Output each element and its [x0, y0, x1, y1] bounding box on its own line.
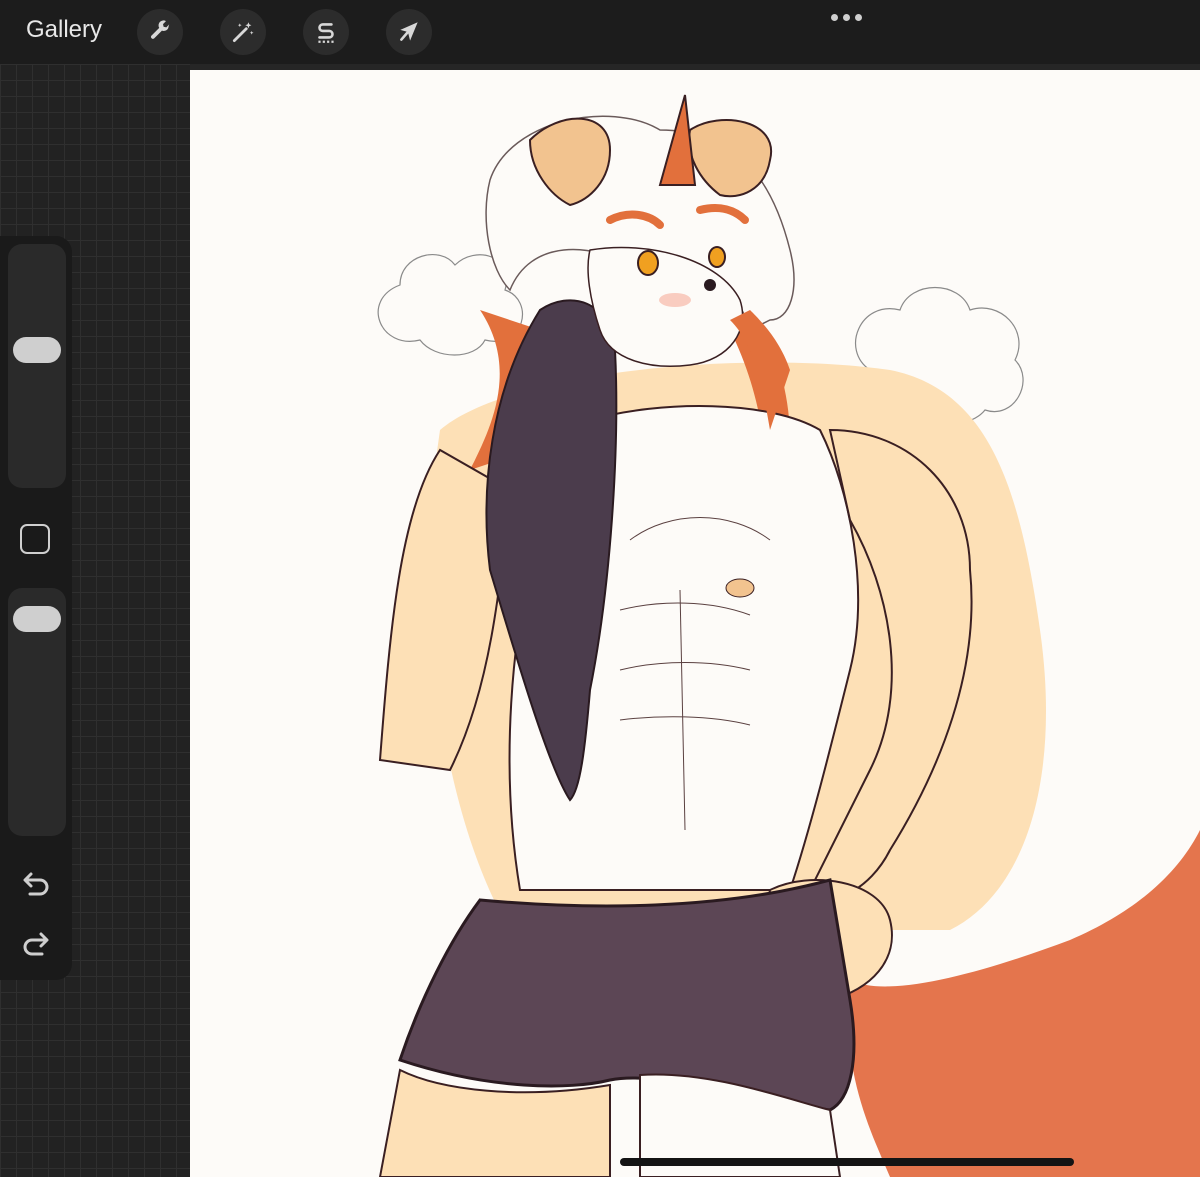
blush [659, 293, 691, 307]
more-options-button[interactable] [826, 10, 866, 24]
magic-wand-icon [232, 22, 254, 43]
nipple [725, 578, 755, 598]
eye-right [708, 246, 726, 268]
brush-size-thumb[interactable] [13, 336, 61, 363]
selection-button[interactable] [303, 9, 349, 55]
opacity-slider[interactable] [8, 588, 66, 836]
artwork [377, 94, 1200, 1177]
selection-s-icon [318, 23, 334, 43]
brush-size-slider[interactable] [8, 244, 66, 488]
top-toolbar: Gallery [0, 0, 1200, 64]
actions-button[interactable] [137, 9, 183, 55]
undo-icon[interactable] [20, 868, 52, 896]
opacity-thumb[interactable] [13, 606, 61, 633]
redo-icon[interactable] [20, 928, 52, 956]
modify-button[interactable] [20, 524, 50, 554]
adjustments-button[interactable] [220, 9, 266, 55]
nose [704, 279, 716, 291]
wrench-icon [150, 20, 170, 39]
drawing-canvas[interactable] [190, 70, 1200, 1177]
transform-button[interactable] [386, 9, 432, 55]
arrow-cursor-icon [400, 22, 418, 41]
sidebar [0, 236, 72, 980]
gallery-button[interactable]: Gallery [26, 16, 102, 44]
home-indicator [620, 1158, 1074, 1166]
shorts [398, 878, 856, 1112]
eye-left [637, 250, 659, 276]
ellipsis-icon [830, 13, 838, 21]
